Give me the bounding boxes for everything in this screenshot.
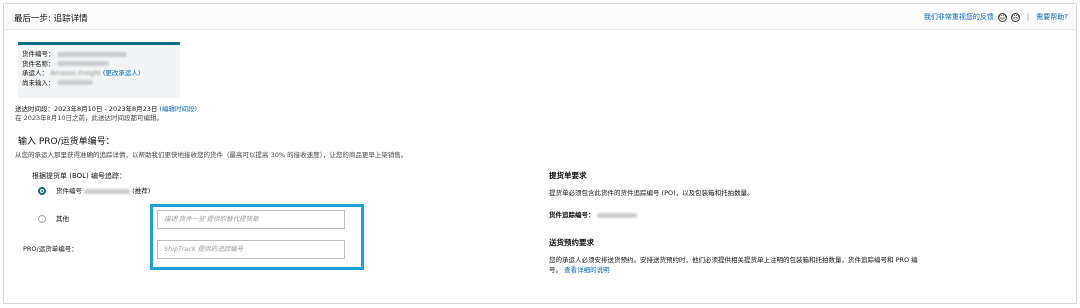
shipment-id-label: 货件编号： [22,50,55,58]
redacted-value [56,80,93,85]
header-actions: 我们非常重视您的反馈 ☺ ☹ | 需要帮助? [924,12,1068,22]
radio-other[interactable] [38,215,46,223]
option-shipment-id[interactable]: 货件编号 (推荐) [56,187,150,195]
appointment-text-end: 号。 [549,266,562,274]
smile-face-icon[interactable]: ☺ [997,12,1007,22]
edit-window-link[interactable]: (编辑时间段) [159,105,197,113]
bol-requirements-text: 提货单必须包含此货件的货件追踪编号 (PO)，以及包装箱和托拍数量。 [549,189,754,197]
detailed-instructions-link[interactable]: 查看详细的说明 [564,266,610,274]
section-description: 从您的承运人那里获得准确的追踪详情，以帮助我们更快地接收您的货件（最高可以提高 … [15,151,408,159]
section-title: 输入 PRO/运货单编号： [18,137,115,147]
delivery-window-label: 送达时间段： [15,105,54,113]
redacted-value [596,212,637,218]
divider: | [1026,13,1030,21]
carrier-value: Amazon Freight [50,69,101,77]
change-carrier-link[interactable]: (更改承运人) [103,69,141,77]
radio-shipment-id[interactable] [38,187,46,195]
shipment-id-row: 货件编号： [22,50,176,60]
tracking-number-label: 货件追踪编号： [549,211,595,219]
page-title: 最后一步: 追踪详情 [14,14,88,24]
shipment-summary-card: 货件编号： 货件名称： 承运人： Amazon Freight (更改承运人) … [18,42,180,98]
pro-label: PRO/运货单编号： [23,245,78,253]
tracking-number-row: 货件追踪编号： [549,211,637,219]
shipment-name-label: 货件名称： [22,59,55,68]
incomplete-row: 尚未输入： [22,79,176,89]
appointment-text: 您的承运人必须安排送货预约。安排送货预约时，他们必须提供相关提货单上注明的包装箱… [549,256,918,264]
carrier-label: 承运人： [22,69,48,77]
feedback-link[interactable]: 我们非常重视您的反馈 [924,12,994,22]
appointment-text-cont: 号。 查看详细的说明 [549,266,610,274]
sad-face-icon[interactable]: ☹ [1010,12,1020,22]
shipment-name-row: 货件名称： [22,60,176,70]
pro-number-input[interactable]: ShipTrack 提供的追踪编号 [157,240,345,259]
tracking-panel: 最后一步: 追踪详情 我们非常重视您的反馈 ☺ ☹ | 需要帮助? 货件编号： … [3,3,1077,304]
redacted-value [84,188,131,194]
delivery-note: 在 2023年8月10日之前，此送达时间段都可编辑。 [15,114,164,122]
bol-requirements-title: 提货单要求 [549,171,587,180]
delivery-window-row: 送达时间段：2023年8月10日 - 2023年8月23日 (编辑时间段) [15,105,197,113]
panel-header: 最后一步: 追踪详情 我们非常重视您的反馈 ☺ ☹ | 需要帮助? [4,4,1076,30]
appointment-title: 送货预约要求 [549,238,594,247]
redacted-value [56,51,127,57]
help-link[interactable]: 需要帮助? [1036,12,1068,22]
redacted-value [56,61,109,66]
carrier-row: 承运人： Amazon Freight (更改承运人) [22,69,176,79]
option-other-label[interactable]: 其他 [56,215,69,223]
option-label: 货件编号 [56,187,82,195]
option-suffix: (推荐) [132,187,151,195]
bol-subtitle: 根据提货单 (BOL) 编号追踪： [32,172,127,180]
incomplete-label: 尚未输入： [22,78,55,87]
delivery-window-value: 2023年8月10日 - 2023年8月23日 [54,105,158,113]
other-bol-input[interactable]: 描述'货件一览'提供的替代提货单 [157,210,345,229]
